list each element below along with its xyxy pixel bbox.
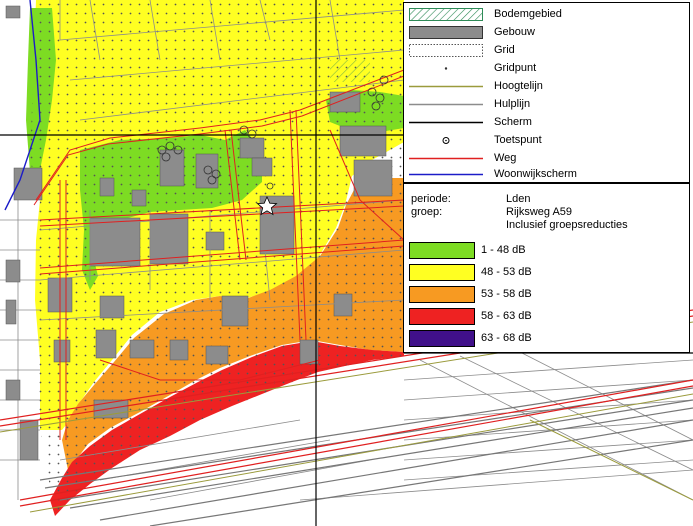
red-line-icon (409, 157, 483, 160)
legend-label: Woonwijkscherm (494, 168, 577, 180)
band-swatch (409, 264, 475, 281)
legend-item-hulplijn: Hulplijn (404, 97, 689, 113)
groep-label: groep: (411, 206, 443, 218)
legend-item-gebouw: Gebouw (404, 25, 689, 41)
legend-label: Grid (494, 44, 515, 56)
band-swatch (409, 308, 475, 325)
black-line-icon (409, 121, 483, 124)
band-swatch (409, 242, 475, 259)
legend-label: Gebouw (494, 26, 535, 38)
band-swatch (409, 286, 475, 303)
legend-label: Toetspunt (494, 134, 542, 146)
olive-line-icon (409, 85, 483, 88)
legend-item-hoogtelijn: Hoogtelijn (404, 79, 689, 95)
legend-label: Weg (494, 152, 517, 164)
groep-note: Inclusief groepsreducties (506, 219, 628, 231)
band-48-53: 48 - 53 dB (404, 264, 689, 282)
grey-line-icon (409, 103, 483, 106)
bodemgebied-area (330, 60, 370, 82)
info-panel: periode: Lden groep: Rijksweg A59 Inclus… (403, 183, 690, 353)
band-swatch (409, 330, 475, 347)
periode-value: Lden (506, 193, 531, 205)
band-label: 58 - 63 dB (481, 310, 532, 322)
legend-item-gridpunt: Gridpunt (404, 61, 689, 77)
band-58-63: 58 - 63 dB (404, 308, 689, 326)
legend-item-grid: Grid (404, 43, 689, 59)
legend-label: Hulplijn (494, 98, 531, 110)
legend-item-bodemgebied: Bodemgebied (404, 7, 689, 23)
legend-item-weg: Weg (404, 151, 689, 167)
legend-label: Scherm (494, 116, 532, 128)
band-53-58: 53 - 58 dB (404, 286, 689, 304)
band-1-48: 1 - 48 dB (404, 242, 689, 260)
periode-label: periode: (411, 193, 451, 205)
hatched-area-icon (409, 8, 483, 21)
legend-item-toetspunt: Toetspunt (404, 133, 689, 149)
band-label: 63 - 68 dB (481, 332, 532, 344)
legend-item-scherm: Scherm (404, 115, 689, 131)
blue-line-icon (409, 173, 483, 176)
legend-item-woonwijkscherm: Woonwijkscherm (404, 167, 689, 183)
band-label: 48 - 53 dB (481, 266, 532, 278)
noise-map-frame: Bodemgebied Gebouw Grid Gridpunt Hoogtel (0, 0, 693, 526)
circle-point-icon (442, 137, 450, 144)
groep-value: Rijksweg A59 (506, 206, 573, 218)
legend-label: Hoogtelijn (494, 80, 543, 92)
legend-label: Bodemgebied (494, 8, 562, 20)
band-label: 53 - 58 dB (481, 288, 532, 300)
band-63-68: 63 - 68 dB (404, 330, 689, 348)
building-fill-icon (409, 26, 483, 39)
band-label: 1 - 48 dB (481, 244, 526, 256)
legend-label: Gridpunt (494, 62, 537, 74)
dotted-rect-icon (409, 44, 483, 57)
small-dot-icon (444, 67, 448, 70)
legend-panel: Bodemgebied Gebouw Grid Gridpunt Hoogtel (403, 2, 690, 183)
